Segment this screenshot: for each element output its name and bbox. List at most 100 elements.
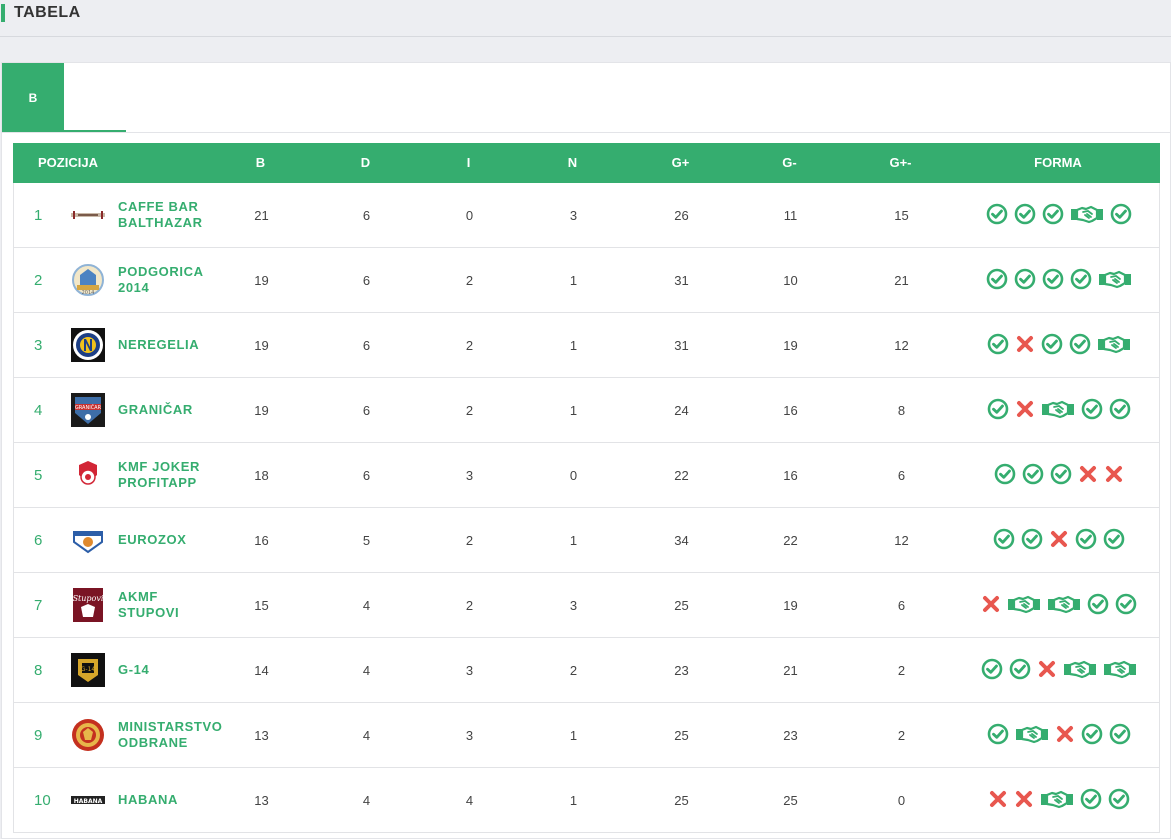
team-name-line-2: PROFITAPP — [118, 475, 197, 490]
played-cell: 6 — [362, 402, 371, 418]
header-g-diff: G+- — [889, 155, 912, 170]
group-tabs: B — [2, 63, 1170, 133]
table-row: 3 NEREGELIA 19 6 2 1 31 19 12 — [13, 313, 1160, 378]
goal-diff-cell: 6 — [897, 597, 906, 613]
loss-icon — [1037, 659, 1057, 682]
played-cell: 6 — [362, 467, 371, 483]
goals-for-cell: 31 — [674, 272, 689, 288]
position-cell: 2 — [34, 271, 43, 289]
draw-handshake-icon — [1063, 658, 1097, 683]
standings-panel: B POZICIJA B D I N G+ G- G+- FORMA 1 CAFFE BAR BAL… — [1, 62, 1171, 839]
i-cell: 3 — [465, 662, 474, 678]
n-cell: 1 — [569, 337, 578, 353]
i-cell: 3 — [465, 467, 474, 483]
points-cell: 16 — [254, 532, 269, 548]
ministarstvo-odbrane-logo — [68, 703, 108, 767]
header-b: B — [255, 155, 266, 170]
played-cell: 6 — [362, 207, 371, 223]
n-cell: 1 — [569, 272, 578, 288]
points-cell: 14 — [254, 662, 269, 678]
played-cell: 6 — [362, 272, 371, 288]
goal-diff-cell: 21 — [894, 272, 909, 288]
win-icon — [1109, 398, 1131, 423]
goals-for-cell: 25 — [674, 727, 689, 743]
goal-diff-cell: 12 — [894, 337, 909, 353]
points-cell: 13 — [254, 792, 269, 808]
goals-against-cell: 19 — [783, 337, 798, 353]
position-cell: 6 — [34, 531, 43, 549]
goals-against-cell: 23 — [783, 727, 798, 743]
loss-icon — [1055, 724, 1075, 747]
win-icon — [1009, 658, 1031, 683]
win-icon — [986, 268, 1008, 293]
played-cell: 4 — [362, 597, 371, 613]
loss-icon — [1014, 789, 1034, 812]
team-name-line-1: GRANIČAR — [118, 402, 193, 417]
loss-icon — [1015, 399, 1035, 422]
table-row: 10 HABANA HABANA 13 4 4 1 25 25 0 — [13, 768, 1160, 833]
loss-icon — [1015, 334, 1035, 357]
goals-against-cell: 21 — [783, 662, 798, 678]
kmf-joker-logo — [68, 443, 108, 507]
team-name-line-1: PODGORICA — [118, 264, 204, 279]
win-icon — [1109, 723, 1131, 748]
win-icon — [1110, 203, 1132, 228]
team-name-line-1: G-14 — [118, 662, 150, 677]
draw-handshake-icon — [1047, 593, 1081, 618]
goals-against-cell: 19 — [783, 597, 798, 613]
goal-diff-cell: 15 — [894, 207, 909, 223]
i-cell: 4 — [465, 792, 474, 808]
i-cell: 0 — [465, 207, 474, 223]
goals-for-cell: 25 — [674, 792, 689, 808]
team-name-line-2: 2014 — [118, 280, 150, 295]
team-name-line-2: BALTHAZAR — [118, 215, 203, 230]
tab-underline — [64, 130, 126, 132]
header-pozicija: POZICIJA — [38, 155, 98, 170]
n-cell: 1 — [569, 402, 578, 418]
points-cell: 21 — [254, 207, 269, 223]
draw-handshake-icon — [1103, 658, 1137, 683]
win-icon — [987, 333, 1009, 358]
granicar-logo: GRANIČAR — [68, 378, 108, 442]
loss-icon — [981, 594, 1001, 617]
points-cell: 18 — [254, 467, 269, 483]
n-cell: 1 — [569, 792, 578, 808]
page-header: TABELA — [0, 0, 1171, 37]
points-cell: 15 — [254, 597, 269, 613]
form-cell — [974, 703, 1144, 767]
header-g-plus: G+ — [671, 155, 690, 170]
win-icon — [1042, 203, 1064, 228]
table-row: 9 MINISTARSTVO ODBRANE 13 4 3 1 25 23 2 — [13, 703, 1160, 768]
form-cell — [974, 378, 1144, 442]
n-cell: 0 — [569, 467, 578, 483]
i-cell: 2 — [465, 337, 474, 353]
team-name-line-1: AKMF — [118, 589, 158, 604]
points-cell: 13 — [254, 727, 269, 743]
position-cell: 3 — [34, 336, 43, 354]
win-icon — [1021, 528, 1043, 553]
goals-for-cell: 25 — [674, 597, 689, 613]
team-name-line-1: CAFFE BAR — [118, 199, 199, 214]
i-cell: 2 — [465, 272, 474, 288]
tab-group-b[interactable]: B — [2, 63, 64, 132]
form-cell — [974, 248, 1144, 312]
eurozox-logo — [68, 508, 108, 572]
win-icon — [1014, 203, 1036, 228]
win-icon — [1042, 268, 1064, 293]
i-cell: 2 — [465, 532, 474, 548]
form-cell — [974, 638, 1144, 702]
goals-for-cell: 23 — [674, 662, 689, 678]
svg-text:HABANA: HABANA — [74, 798, 103, 805]
points-cell: 19 — [254, 337, 269, 353]
win-icon — [1108, 788, 1130, 813]
position-cell: 10 — [34, 791, 51, 809]
played-cell: 6 — [362, 337, 371, 353]
table-row: 4 GRANIČAR GRANIČAR 19 6 2 1 24 16 8 — [13, 378, 1160, 443]
goal-diff-cell: 8 — [897, 402, 906, 418]
svg-text:Stupovi: Stupovi — [73, 594, 104, 603]
akmf-stupovi-logo: Stupovi — [68, 573, 108, 637]
page-title: TABELA — [14, 4, 81, 21]
goals-for-cell: 22 — [674, 467, 689, 483]
goals-for-cell: 24 — [674, 402, 689, 418]
loss-icon — [1049, 529, 1069, 552]
